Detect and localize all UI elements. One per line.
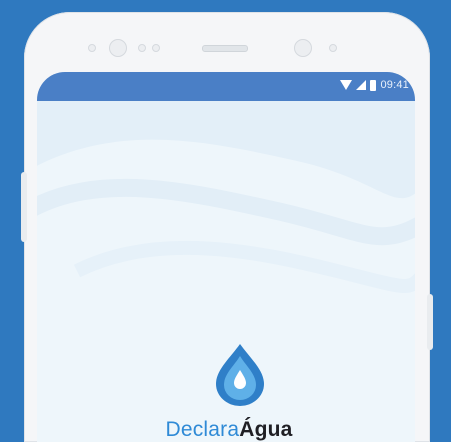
phone-sensor-dot: [88, 44, 96, 52]
brand-name-part1: Declara: [165, 418, 240, 441]
phone-sensor-dot: [138, 44, 146, 52]
wifi-icon: [340, 80, 353, 90]
water-drop-icon: [216, 344, 264, 406]
brand-name: DeclaraÁgua: [40, 418, 415, 442]
phone-frame: 09:41 DeclaraÁgua: [21, 12, 433, 442]
background-waves: [37, 101, 415, 293]
status-time: 09:41: [380, 79, 409, 91]
front-camera: [109, 39, 127, 57]
phone-side-button-left: [21, 172, 27, 242]
signal-icon: [356, 80, 367, 90]
earpiece-speaker: [202, 45, 248, 52]
front-sensor: [294, 39, 312, 57]
phone-side-button-right: [427, 294, 433, 350]
status-bar: 09:41: [37, 72, 415, 101]
brand-name-part2: Água: [239, 418, 293, 441]
battery-icon: [370, 79, 377, 91]
status-icons: 09:41: [340, 79, 409, 91]
app-screen: 09:41 DeclaraÁgua: [37, 72, 415, 442]
phone-sensor-dot: [329, 44, 337, 52]
phone-sensor-dot: [152, 44, 160, 52]
